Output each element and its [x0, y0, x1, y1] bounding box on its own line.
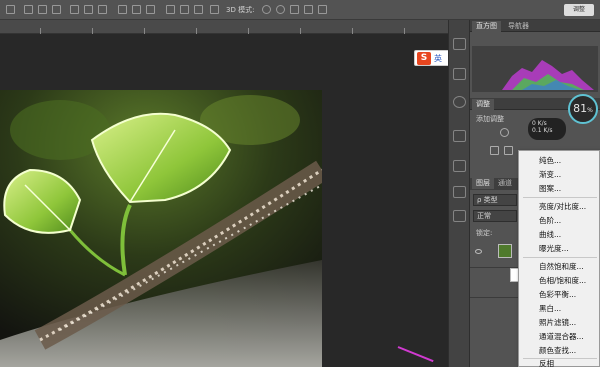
filter-kind-value: 类型	[483, 196, 498, 204]
layer-thumbnail	[498, 244, 512, 258]
align-right-icon[interactable]	[52, 5, 61, 14]
ruler-tick	[300, 28, 301, 34]
drag-3d-icon[interactable]	[290, 5, 299, 14]
distribute-left-icon[interactable]	[166, 5, 175, 14]
lock-label: 锁定:	[476, 229, 493, 237]
ruler-tick	[404, 28, 405, 34]
align-bottom-icon[interactable]	[98, 5, 107, 14]
blend-mode-value: 正常	[477, 212, 491, 220]
ruler-tick	[196, 28, 197, 34]
roll-3d-icon[interactable]	[276, 5, 285, 14]
menu-item-vibrance[interactable]: 自然饱和度...	[519, 260, 599, 273]
rotate-3d-icon[interactable]	[262, 5, 271, 14]
menu-item-solid-color[interactable]: 纯色...	[519, 154, 599, 167]
actions-icon[interactable]	[453, 160, 466, 172]
ime-mode-label[interactable]: 英	[434, 53, 442, 64]
menu-item-exposure[interactable]: 曝光度...	[519, 242, 599, 255]
gauge-unit: %	[587, 107, 593, 114]
layer-row[interactable]	[470, 238, 518, 268]
ruler-top	[0, 20, 448, 34]
ruler-tick	[352, 28, 353, 34]
layers-tabs: 图层 通道	[470, 178, 518, 190]
network-speed: 0 K/s 0.1 K/s	[528, 118, 566, 140]
distribute-right-icon[interactable]	[194, 5, 203, 14]
align-top-icon[interactable]	[70, 5, 79, 14]
menu-item-hue-saturation[interactable]: 色相/饱和度...	[519, 274, 599, 287]
adjustment-layer-menu: 纯色... 渐变... 图案... 亮度/对比度... 色阶... 曲线... …	[518, 150, 600, 367]
menu-separator	[523, 257, 597, 258]
menu-item-invert[interactable]: 反相	[519, 356, 599, 367]
3d-mode-label: 3D 模式:	[226, 6, 255, 14]
menu-item-pattern[interactable]: 图案...	[519, 182, 599, 195]
tool-icon[interactable]	[6, 5, 15, 14]
ruler-tick	[92, 28, 93, 34]
sogou-logo-icon: S	[417, 52, 431, 65]
histogram-display	[472, 46, 598, 92]
layer-row[interactable]	[470, 268, 524, 298]
menu-item-color-balance[interactable]: 色彩平衡...	[519, 288, 599, 301]
panel-dock	[448, 20, 470, 367]
tab-navigator[interactable]: 导航器	[504, 21, 533, 32]
memory-gauge[interactable]: 81%	[568, 94, 598, 124]
menu-item-brightness-contrast[interactable]: 亮度/对比度...	[519, 200, 599, 213]
info-icon[interactable]	[453, 96, 466, 108]
blend-mode-select[interactable]: 正常	[473, 210, 517, 222]
distribute-center-icon[interactable]	[180, 5, 189, 14]
image-canvas[interactable]	[0, 90, 322, 367]
options-bar: 3D 模式: 调整	[0, 0, 600, 20]
distribute-top-icon[interactable]	[118, 5, 127, 14]
histogram-tabs: 直方图 导航器	[470, 20, 600, 32]
brush-preset-icon[interactable]	[453, 68, 466, 80]
ruler-tick	[40, 28, 41, 34]
add-adjustment-label: 添加调整	[476, 115, 504, 123]
menu-separator	[523, 197, 597, 198]
history-icon[interactable]	[453, 38, 466, 50]
align-center-icon[interactable]	[38, 5, 47, 14]
menu-item-curves[interactable]: 曲线...	[519, 228, 599, 241]
tab-adjustments[interactable]: 调整	[472, 99, 494, 110]
ruler-tick	[144, 28, 145, 34]
character-icon[interactable]	[453, 186, 466, 198]
brightness-icon[interactable]	[500, 128, 509, 137]
slide-3d-icon[interactable]	[304, 5, 313, 14]
upload-speed: 0 K/s	[532, 120, 547, 127]
menu-item-gradient[interactable]: 渐变...	[519, 168, 599, 181]
tab-layers[interactable]: 图层	[472, 178, 494, 189]
menu-item-channel-mixer[interactable]: 通道混合器...	[519, 330, 599, 343]
menu-item-levels[interactable]: 色阶...	[519, 214, 599, 227]
layer-filter-select[interactable]: ρ 类型	[473, 194, 517, 206]
photo-seedling	[0, 90, 322, 367]
download-speed: 0.1 K/s	[532, 127, 553, 134]
menu-item-photo-filter[interactable]: 照片滤镜...	[519, 316, 599, 329]
distribute-middle-icon[interactable]	[132, 5, 141, 14]
auto-align-icon[interactable]	[210, 5, 219, 14]
align-middle-icon[interactable]	[84, 5, 93, 14]
workspace-button[interactable]: 调整	[564, 4, 594, 16]
histogram-chart	[502, 60, 594, 90]
scale-3d-icon[interactable]	[318, 5, 327, 14]
distribute-bottom-icon[interactable]	[146, 5, 155, 14]
paragraph-icon[interactable]	[453, 210, 466, 222]
levels-icon[interactable]	[490, 146, 499, 155]
tab-channels[interactable]: 通道	[494, 178, 516, 189]
menu-item-black-white[interactable]: 黑白...	[519, 302, 599, 315]
align-left-icon[interactable]	[24, 5, 33, 14]
curves-icon[interactable]	[504, 146, 513, 155]
properties-icon[interactable]	[453, 130, 466, 142]
tab-histogram[interactable]: 直方图	[472, 21, 501, 32]
ruler-tick	[248, 28, 249, 34]
eye-icon[interactable]	[475, 249, 482, 254]
gauge-value: 81	[573, 102, 588, 115]
